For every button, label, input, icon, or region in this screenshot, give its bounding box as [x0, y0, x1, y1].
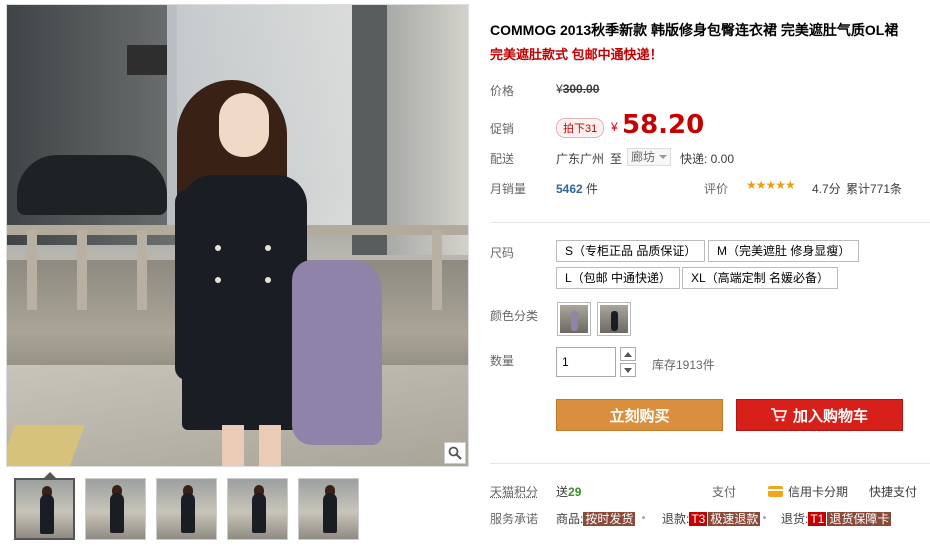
divider	[490, 222, 930, 223]
tmall-points-label[interactable]: 天猫积分	[490, 483, 538, 500]
promo-label: 促销	[490, 122, 515, 136]
rating-label: 评价	[704, 182, 729, 196]
size-label: 尺码	[490, 246, 515, 260]
thumbnail-3[interactable]	[156, 478, 217, 540]
credit-installment[interactable]: 信用卡分期	[768, 483, 848, 500]
chevron-up-icon	[624, 351, 632, 357]
thumbnail-5[interactable]	[298, 478, 359, 540]
service-return[interactable]: 退货: T1 退货保障卡	[781, 510, 892, 527]
current-price: 58.20	[622, 110, 705, 140]
separator-dot	[763, 516, 766, 519]
chevron-down-icon	[659, 155, 667, 159]
quick-pay[interactable]: 快捷支付	[869, 483, 917, 500]
product-info: COMMOG 2013秋季新款 韩版修身包臀连衣裙 完美遮肚气质OL裙 完美遮肚…	[490, 0, 930, 558]
original-price: ¥300.00	[556, 82, 600, 96]
color-swatch-purple[interactable]	[557, 302, 591, 336]
chevron-down-icon	[624, 367, 632, 373]
color-swatch-black[interactable]	[597, 302, 631, 336]
divider	[490, 463, 930, 464]
monthly-sales: 5462 件	[556, 182, 599, 196]
thumbnail-strip	[14, 478, 359, 540]
size-option-m[interactable]: M（完美遮肚 修身显瘦）	[708, 240, 860, 262]
product-title: COMMOG 2013秋季新款 韩版修身包臀连衣裙 完美遮肚气质OL裙	[490, 22, 899, 38]
credit-card-icon	[768, 486, 783, 497]
quantity-increase-button[interactable]	[620, 347, 636, 361]
add-to-cart-button[interactable]: 加入购物车	[736, 399, 903, 431]
stock-count: 库存1913件	[652, 358, 715, 372]
buy-now-button[interactable]: 立刻购买	[556, 399, 723, 431]
quantity-decrease-button[interactable]	[620, 363, 636, 377]
price-label: 价格	[490, 84, 515, 98]
price-panel: 价格 ¥300.00 促销 拍下31 ¥ 58.20 配送 广东广州 至 廊坊 …	[490, 70, 930, 220]
service-refund[interactable]: 退款: T3 极速退款	[662, 510, 761, 527]
thumbnail-2[interactable]	[85, 478, 146, 540]
size-option-l[interactable]: L（包邮 中通快递）	[556, 267, 681, 289]
currency-symbol: ¥	[611, 120, 618, 134]
destination-select[interactable]: 廊坊	[627, 148, 671, 166]
shopping-cart-icon	[770, 408, 787, 422]
thumbnail-4[interactable]	[227, 478, 288, 540]
review-count-link[interactable]: 累计771条	[846, 180, 902, 197]
zoom-icon[interactable]	[444, 442, 466, 464]
quantity-label: 数量	[490, 354, 515, 368]
size-option-s[interactable]: S（专柜正品 品质保证）	[556, 240, 706, 262]
ship-to-word: 至	[610, 152, 623, 166]
product-gallery	[6, 4, 469, 554]
monthly-sales-label: 月销量	[490, 182, 527, 196]
color-label: 颜色分类	[490, 309, 539, 323]
shipping-fee: 快递: 0.00	[680, 152, 735, 166]
ship-from: 广东广州	[556, 152, 605, 166]
main-product-photo[interactable]	[6, 4, 469, 467]
service-shipping[interactable]: 商品: 按时发货	[556, 510, 636, 527]
discount-badge: 拍下31	[556, 118, 605, 138]
service-label: 服务承诺	[490, 512, 539, 526]
add-to-cart-label: 加入购物车	[792, 407, 868, 425]
tmall-points-value: 送29	[556, 485, 582, 499]
separator-dot	[642, 516, 645, 519]
quantity-input[interactable]	[556, 347, 616, 377]
shipping-label: 配送	[490, 152, 515, 166]
star-rating-icon: ★★★★★	[746, 178, 796, 192]
rating-score: 4.7分	[812, 182, 841, 196]
payment-label: 支付	[712, 485, 737, 499]
size-option-xl[interactable]: XL（高端定制 名媛必备）	[682, 267, 839, 289]
thumbnail-1[interactable]	[14, 478, 75, 540]
product-subtitle: 完美遮肚款式 包邮中通快递！	[490, 47, 663, 62]
